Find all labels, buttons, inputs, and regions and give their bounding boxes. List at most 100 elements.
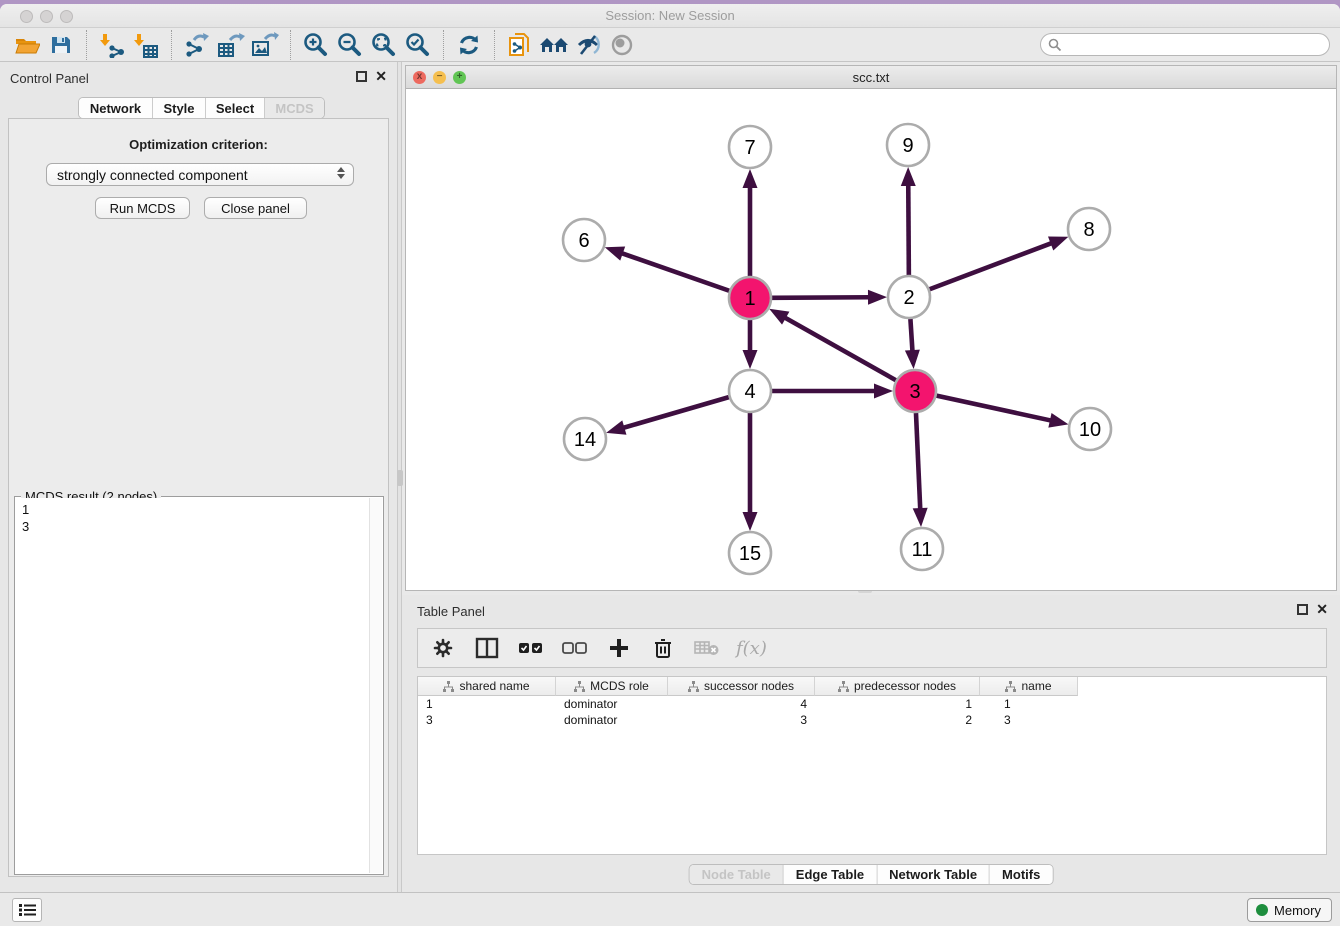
optimization-criterion-select[interactable]: strongly connected component — [46, 163, 354, 186]
table-settings-button[interactable] — [428, 633, 458, 663]
apply-layout-button[interactable] — [452, 30, 486, 60]
control-panel-title: Control Panel — [10, 71, 89, 86]
table-row[interactable]: 1dominator411 — [418, 696, 1326, 712]
delete-table-icon — [694, 639, 720, 657]
graph-node-label-4: 4 — [744, 381, 755, 403]
mcds-result-box: MCDS result (2 nodes) 1 3 — [14, 496, 384, 875]
zoom-in-button[interactable] — [299, 30, 333, 60]
run-mcds-button[interactable]: Run MCDS — [95, 197, 190, 219]
table-cell[interactable]: 1 — [980, 696, 1078, 712]
new-network-from-selection-button[interactable] — [503, 30, 537, 60]
hide-selected-button[interactable] — [571, 30, 605, 60]
tab-network[interactable]: Network — [79, 98, 153, 118]
column-header-successor-nodes[interactable]: successor nodes — [668, 677, 815, 696]
save-session-button[interactable] — [44, 30, 78, 60]
tab-style[interactable]: Style — [153, 98, 206, 118]
graph-edge-2-3[interactable] — [910, 319, 912, 353]
hide-eye-slash-icon — [575, 32, 601, 58]
graph-arrowhead-1-4 — [743, 350, 758, 369]
export-network-button[interactable] — [180, 30, 214, 60]
function-builder-button[interactable]: f(x) — [736, 633, 767, 663]
table-toolbar: f(x) — [417, 628, 1327, 668]
graph-arrowhead-3-11 — [913, 508, 928, 527]
float-panel-icon[interactable] — [356, 71, 367, 82]
splitter-grip[interactable] — [397, 470, 403, 486]
graph-node-label-1: 1 — [744, 288, 755, 310]
open-session-button[interactable] — [10, 30, 44, 60]
mcds-result-text[interactable]: 1 3 — [16, 498, 369, 873]
result-scrollbar[interactable] — [369, 498, 382, 873]
tab-node-table[interactable]: Node Table — [690, 865, 784, 884]
close-panel-icon[interactable]: ✕ — [375, 69, 387, 83]
show-all-button[interactable] — [605, 30, 639, 60]
tab-motifs[interactable]: Motifs — [990, 865, 1052, 884]
export-image-button[interactable] — [248, 30, 282, 60]
column-header-shared-name[interactable]: shared name — [418, 677, 556, 696]
toolbar-separator — [443, 30, 444, 60]
import-network-button[interactable] — [95, 30, 129, 60]
delete-table-button[interactable] — [692, 633, 722, 663]
houses-icon — [538, 33, 570, 57]
table-cell[interactable]: 3 — [980, 712, 1078, 728]
show-console-button[interactable] — [12, 898, 42, 922]
trash-icon — [653, 637, 673, 659]
column-header-MCDS-role[interactable]: MCDS role — [556, 677, 668, 696]
table-header-row: shared name MCDS role successor nodesprede… — [418, 677, 1326, 696]
graph-arrowhead-3-10 — [1048, 413, 1068, 428]
import-table-icon — [133, 32, 159, 58]
graph-edge-2-8[interactable] — [930, 242, 1054, 289]
import-table-button[interactable] — [129, 30, 163, 60]
table-panel-title: Table Panel — [417, 604, 485, 619]
first-neighbors-button[interactable] — [537, 30, 571, 60]
application-window: Session: New Session — [0, 4, 1340, 926]
table-cell[interactable]: 1 — [418, 696, 556, 712]
column-header-predecessor-nodes[interactable]: predecessor nodes — [815, 677, 980, 696]
zoom-out-button[interactable] — [333, 30, 367, 60]
refresh-icon — [456, 32, 482, 58]
close-table-panel-icon[interactable]: ✕ — [1316, 602, 1328, 616]
zoom-selected-button[interactable] — [401, 30, 435, 60]
select-all-rows-button[interactable] — [516, 633, 546, 663]
column-header-name[interactable]: name — [980, 677, 1078, 696]
mcds-tab-content: Optimization criterion: strongly connect… — [8, 118, 389, 877]
export-table-button[interactable] — [214, 30, 248, 60]
toolbar-separator — [86, 30, 87, 60]
graph-edge-3-11[interactable] — [916, 413, 920, 511]
graph-edge-1-2[interactable] — [772, 297, 871, 298]
tab-select[interactable]: Select — [206, 98, 265, 118]
tab-network-table[interactable]: Network Table — [877, 865, 990, 884]
table-cell[interactable]: 2 — [815, 712, 980, 728]
graph-edge-1-6[interactable] — [620, 253, 729, 291]
graph-edge-4-14[interactable] — [621, 397, 728, 428]
table-cell[interactable]: 4 — [668, 696, 815, 712]
search-input[interactable] — [1040, 33, 1330, 56]
table-cell[interactable]: dominator — [556, 712, 668, 728]
close-panel-button[interactable]: Close panel — [204, 197, 307, 219]
window-title: Session: New Session — [0, 8, 1340, 23]
hierarchy-icon — [443, 681, 454, 692]
table-cell[interactable]: dominator — [556, 696, 668, 712]
tab-edge-table[interactable]: Edge Table — [784, 865, 877, 884]
graph-arrowhead-4-3 — [874, 384, 893, 399]
table-row[interactable]: 3dominator323 — [418, 712, 1326, 728]
table-cell[interactable]: 1 — [815, 696, 980, 712]
zoom-out-icon — [337, 32, 363, 58]
graph-node-label-2: 2 — [903, 287, 914, 309]
graph-edge-3-1[interactable] — [783, 317, 896, 381]
graph-arrowhead-4-15 — [743, 512, 758, 531]
tab-mcds[interactable]: MCDS — [265, 98, 324, 118]
create-column-button[interactable] — [604, 633, 634, 663]
table-cell[interactable]: 3 — [418, 712, 556, 728]
memory-button[interactable]: Memory — [1247, 898, 1332, 922]
graph-edge-2-9[interactable] — [908, 183, 909, 275]
deselect-all-rows-button[interactable] — [560, 633, 590, 663]
float-table-panel-icon[interactable] — [1297, 604, 1308, 615]
column-visibility-button[interactable] — [472, 633, 502, 663]
select-arrows-icon — [337, 167, 345, 179]
column-header-label: MCDS role — [590, 679, 649, 693]
delete-column-button[interactable] — [648, 633, 678, 663]
network-canvas[interactable]: 7968124314101511 — [406, 89, 1336, 590]
table-cell[interactable]: 3 — [668, 712, 815, 728]
graph-edge-3-10[interactable] — [936, 396, 1052, 421]
zoom-fit-button[interactable] — [367, 30, 401, 60]
